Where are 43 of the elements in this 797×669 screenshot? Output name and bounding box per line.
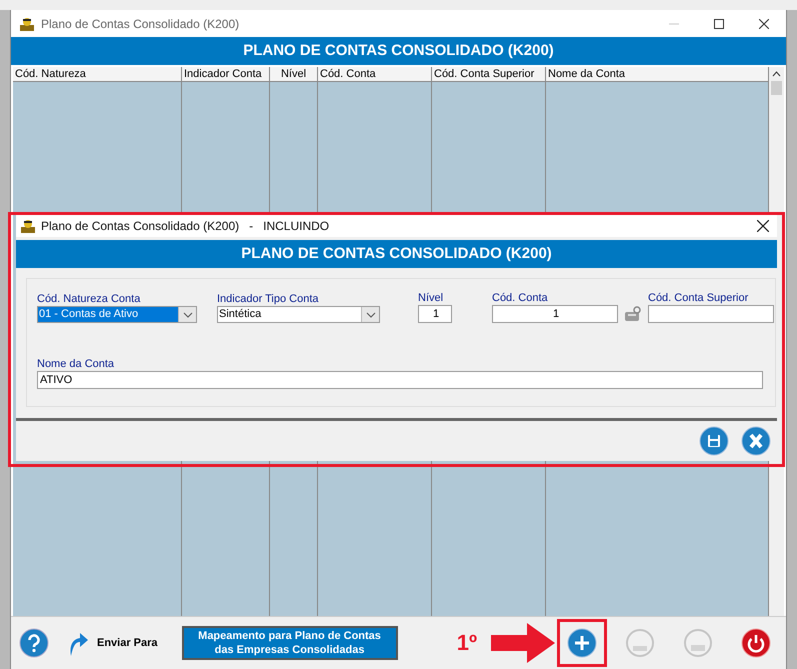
- send-to-label[interactable]: Enviar Para: [97, 637, 158, 649]
- scroll-up-icon[interactable]: [772, 71, 781, 77]
- app-logo-icon: [20, 218, 36, 234]
- column-header[interactable]: Cód. Conta: [318, 67, 431, 82]
- input-field[interactable]: 1: [418, 305, 452, 323]
- input-field[interactable]: [648, 305, 774, 323]
- column-header[interactable]: Cód. Natureza: [13, 67, 181, 82]
- save-button[interactable]: [699, 426, 729, 456]
- app-logo-icon: [19, 16, 35, 32]
- field-label: Nível: [418, 291, 444, 305]
- cancel-button[interactable]: [741, 426, 771, 456]
- dropdown[interactable]: Sintética: [217, 306, 380, 323]
- column-header[interactable]: Nome da Conta: [546, 67, 768, 82]
- scrollbar-thumb[interactable]: [771, 81, 782, 95]
- arrow-icon: [491, 623, 555, 663]
- dialog-title: Plano de Contas Consolidado (K200) - INCLUINDO: [41, 219, 330, 233]
- input-field[interactable]: ATIVO: [37, 371, 763, 389]
- exit-button[interactable]: [741, 628, 771, 658]
- mapping-button[interactable]: Mapeamento para Plano de Contas das Empresas Consolidadas: [182, 626, 398, 660]
- field-label: Nome da Conta: [37, 357, 116, 371]
- form-header: PLANO DE CONTAS CONSOLIDADO (K200): [16, 240, 777, 268]
- add-button[interactable]: [567, 628, 597, 658]
- dropdown[interactable]: 01 - Contas de Ativo: [37, 306, 197, 323]
- caret-icon[interactable]: [366, 312, 376, 318]
- close-button[interactable]: [757, 220, 769, 232]
- lookup-icon[interactable]: [624, 306, 642, 322]
- field-label: Cód. Conta: [492, 291, 549, 305]
- dropdown-value: Sintética: [218, 307, 262, 322]
- window-title: Plano de Contas Consolidado (K200): [41, 16, 240, 30]
- column-header[interactable]: Cód. Conta Superior: [432, 67, 545, 82]
- caret-icon[interactable]: [182, 312, 192, 318]
- help-button[interactable]: [19, 628, 49, 658]
- close-icon[interactable]: [758, 18, 768, 28]
- column-header[interactable]: Nível: [270, 67, 317, 82]
- step-label: 1º: [456, 630, 477, 656]
- form-header: PLANO DE CONTAS CONSOLIDADO (K200): [11, 37, 786, 65]
- field-label: Cód. Natureza Conta: [37, 292, 142, 306]
- dropdown-value: 01 - Contas de Ativo: [38, 307, 178, 322]
- maximize-icon[interactable]: [714, 18, 724, 28]
- field-label: Indicador Tipo Conta: [217, 292, 320, 306]
- column-header[interactable]: Indicador Conta: [182, 67, 269, 82]
- input-field[interactable]: 1: [492, 305, 618, 323]
- field-label: Cód. Conta Superior: [648, 291, 750, 305]
